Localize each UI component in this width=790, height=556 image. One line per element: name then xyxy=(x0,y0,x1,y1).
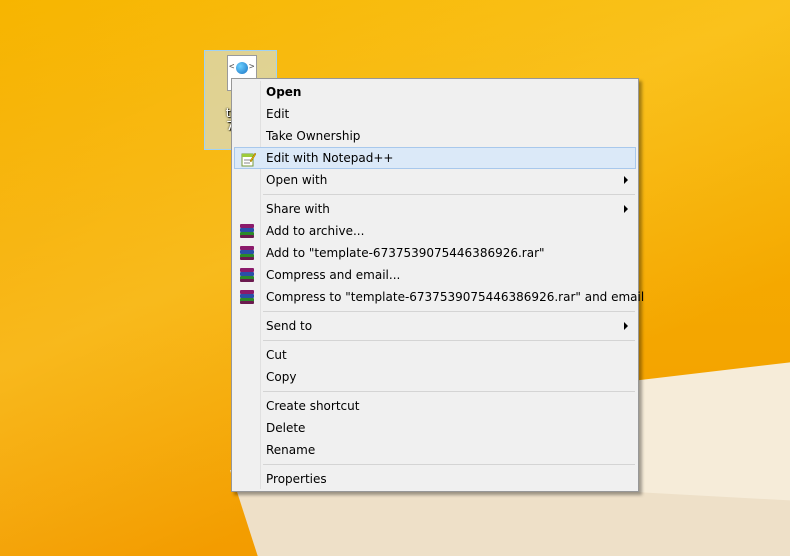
menu-item-cut[interactable]: Cut xyxy=(234,344,636,366)
menu-item-add-to-archive[interactable]: Add to archive... xyxy=(234,220,636,242)
menu-separator xyxy=(263,391,635,392)
winrar-icon xyxy=(239,267,255,283)
menu-item-label: Open with xyxy=(266,173,328,187)
submenu-arrow-icon xyxy=(624,176,628,184)
notepad-plus-plus-icon xyxy=(240,151,257,167)
menu-item-label: Properties xyxy=(266,472,327,486)
menu-item-create-shortcut[interactable]: Create shortcut xyxy=(234,395,636,417)
context-menu: Open Edit Take Ownership Edit with Notep… xyxy=(231,78,644,492)
menu-separator xyxy=(263,194,635,195)
menu-item-label: Compress to "template-673753907544638692… xyxy=(266,290,645,304)
menu-separator xyxy=(263,311,635,312)
menu-item-take-ownership[interactable]: Take Ownership xyxy=(234,125,636,147)
menu-item-compress-to-rar-and-email[interactable]: Compress to "template-673753907544638692… xyxy=(234,286,644,308)
menu-item-edit-with-notepad[interactable]: Edit with Notepad++ xyxy=(234,147,636,169)
winrar-icon xyxy=(239,289,255,305)
menu-item-label: Delete xyxy=(266,421,306,435)
globe-icon xyxy=(236,62,248,74)
menu-separator xyxy=(263,464,635,465)
menu-item-open[interactable]: Open xyxy=(234,81,636,103)
menu-item-label: Copy xyxy=(266,370,297,384)
menu-item-copy[interactable]: Copy xyxy=(234,366,636,388)
menu-item-compress-and-email[interactable]: Compress and email... xyxy=(234,264,636,286)
menu-item-label: Edit xyxy=(266,107,290,121)
winrar-icon xyxy=(239,245,255,261)
menu-item-label: Create shortcut xyxy=(266,399,360,413)
menu-separator xyxy=(263,340,635,341)
menu-item-label: Add to archive... xyxy=(266,224,365,238)
angle-bracket-left: < xyxy=(229,62,235,72)
submenu-arrow-icon xyxy=(624,322,628,330)
angle-bracket-right: > xyxy=(249,62,255,72)
menu-item-rename[interactable]: Rename xyxy=(234,439,636,461)
desktop: < > temp 7539 8 Open Edit Take Ownership xyxy=(0,0,790,556)
menu-item-add-to-rar[interactable]: Add to "template-6737539075446386926.rar… xyxy=(234,242,636,264)
menu-item-label: Cut xyxy=(266,348,287,362)
menu-item-share-with[interactable]: Share with xyxy=(234,198,636,220)
menu-item-label: Compress and email... xyxy=(266,268,401,282)
menu-item-label: Add to "template-6737539075446386926.rar… xyxy=(266,246,545,260)
menu-item-label: Rename xyxy=(266,443,316,457)
menu-item-label: Edit with Notepad++ xyxy=(266,151,394,165)
menu-item-send-to[interactable]: Send to xyxy=(234,315,636,337)
menu-item-label: Share with xyxy=(266,202,330,216)
submenu-arrow-icon xyxy=(624,205,628,213)
menu-item-edit[interactable]: Edit xyxy=(234,103,636,125)
menu-item-label: Open xyxy=(266,85,302,99)
winrar-icon xyxy=(239,223,255,239)
menu-item-label: Send to xyxy=(266,319,313,333)
menu-item-properties[interactable]: Properties xyxy=(234,468,636,490)
menu-item-open-with[interactable]: Open with xyxy=(234,169,636,191)
menu-item-delete[interactable]: Delete xyxy=(234,417,636,439)
menu-item-label: Take Ownership xyxy=(266,129,361,143)
